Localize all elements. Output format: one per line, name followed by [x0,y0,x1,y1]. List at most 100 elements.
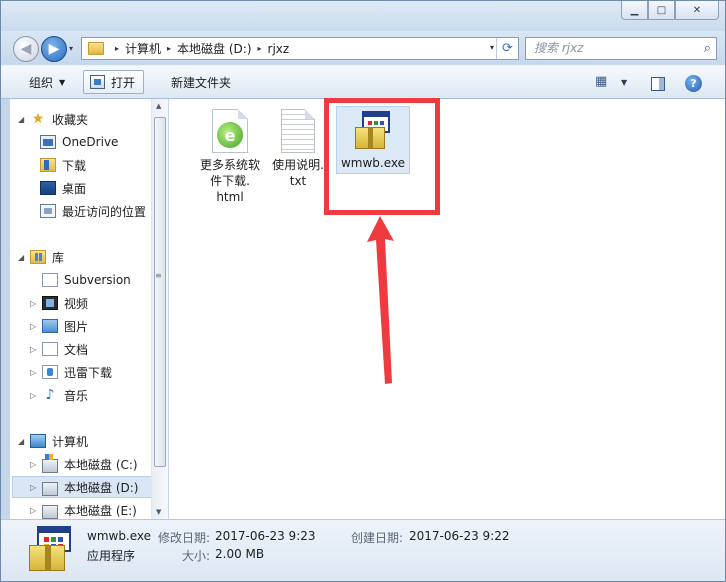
file-item-html[interactable]: e 更多系统软 件下载. html [193,105,267,205]
close-button[interactable]: ✕ [675,1,719,20]
sidebar-item-label: 本地磁盘 (D:) [64,480,139,495]
annotation-highlight-box [324,98,440,215]
sidebar-item-label: OneDrive [62,135,119,149]
maximize-button[interactable]: □ [648,1,675,20]
sidebar-group-computer[interactable]: ◢ 计算机 [18,430,88,452]
sidebar-item-videos[interactable]: ▷ 视频 [30,292,88,314]
sidebar-item-label: 视频 [64,296,89,311]
application-icon [90,75,105,89]
sidebar-item-onedrive[interactable]: OneDrive [40,131,118,153]
sidebar-item-label: 最近访问的位置 [62,204,147,219]
organize-label: 组织 [29,76,54,90]
pictures-library-icon [42,319,58,333]
breadcrumb-computer[interactable]: 计算机 [125,40,161,57]
expanded-arrow-icon[interactable]: ◢ [18,437,28,446]
preview-pane-icon[interactable] [651,77,665,91]
search-input[interactable] [534,38,694,58]
collapsed-arrow-icon[interactable]: ▷ [30,322,40,331]
sidebar-item-label: Subversion [64,273,131,287]
search-box[interactable]: ⌕ [525,37,717,60]
scroll-up-icon[interactable]: ▲ [156,102,161,110]
chevron-right-icon[interactable]: ▸ [258,44,262,53]
sidebar-item-documents[interactable]: ▷ 文档 [30,338,88,360]
star-icon: ★ [31,111,45,127]
recent-pages-dropdown[interactable]: ▾ [69,44,73,53]
minimize-button[interactable]: ▁ [621,1,648,20]
document-icon [42,273,58,287]
sidebar-item-label: 本地磁盘 (E:) [64,503,137,518]
documents-library-icon [42,342,58,356]
installer-exe-icon [27,526,75,572]
sidebar-group-label: 收藏夹 [52,112,89,127]
collapsed-arrow-icon[interactable]: ▷ [30,368,40,377]
sidebar-item-label: 图片 [64,319,89,334]
forward-button[interactable]: ▶ [41,36,67,62]
organize-menu-button[interactable]: 组织 ▼ [29,74,65,91]
details-pane: wmwb.exe 应用程序 修改日期: 2017-06-23 9:23 大小: … [1,519,725,581]
recent-places-icon [40,204,56,218]
sidebar-item-label: 下载 [62,158,87,173]
open-button[interactable]: 打开 [83,70,145,94]
drive-icon [42,505,58,519]
collapsed-arrow-icon[interactable]: ▷ [30,391,40,400]
onedrive-icon [40,135,56,149]
computer-icon [30,434,46,448]
sidebar-item-downloads[interactable]: 下载 [40,154,86,176]
scrollbar-thumb[interactable] [154,117,166,467]
browser-e-icon: e [217,122,243,148]
library-icon [30,250,46,264]
sidebar-group-libraries[interactable]: ◢ 库 [18,246,64,268]
sidebar-item-music[interactable]: ▷ ♪ 音乐 [30,384,88,406]
window-controls: ▁ □ ✕ [621,1,719,20]
video-library-icon [42,296,58,310]
sidebar-item-label: 文档 [64,342,89,357]
navigation-bar: ◀ ▶ ▾ ▸ 计算机 ▸ 本地磁盘 (D:) ▸ rjxz ▾ ⟳ ⌕ [1,31,725,65]
breadcrumb-drive-d[interactable]: 本地磁盘 (D:) [177,40,251,57]
sidebar-item-thunder-downloads[interactable]: ▷ 迅雷下载 [30,361,112,383]
collapsed-arrow-icon[interactable]: ▷ [30,506,40,515]
navigation-pane: ◢ ★ 收藏夹 OneDrive 下载 桌面 最近访问的位置 ◢ 库 Subve… [10,99,168,519]
open-label: 打开 [111,75,136,90]
change-view-icon[interactable]: ▦ [595,74,607,89]
sidebar-group-label: 计算机 [52,434,89,449]
sidebar-item-drive-c[interactable]: ▷ 本地磁盘 (C:) [30,453,138,475]
sidebar-item-drive-e[interactable]: ▷ 本地磁盘 (E:) [30,499,137,519]
search-icon[interactable]: ⌕ [704,41,711,56]
sidebar-item-subversion[interactable]: Subversion [30,269,131,291]
collapsed-arrow-icon[interactable]: ▷ [30,483,40,492]
navigation-scrollbar[interactable]: ▲ ≡ ▼ [151,99,168,519]
sidebar-item-recent-places[interactable]: 最近访问的位置 [40,200,146,222]
view-options-dropdown[interactable]: ▼ [621,78,627,87]
scroll-down-icon[interactable]: ▼ [156,508,161,516]
details-size-value: 2.00 MB [215,547,265,561]
caret-down-icon: ▼ [59,78,66,87]
details-created-value: 2017-06-23 9:22 [409,529,510,543]
sidebar-group-favorites[interactable]: ◢ ★ 收藏夹 [18,108,88,130]
collapsed-arrow-icon[interactable]: ▷ [30,345,40,354]
details-created-label: 创建日期: [351,531,404,545]
help-icon[interactable]: ? [685,75,702,92]
title-bar: ▁ □ ✕ [1,1,725,31]
sidebar-item-desktop[interactable]: 桌面 [40,177,86,199]
sidebar-item-label: 迅雷下载 [64,365,113,380]
collapsed-arrow-icon[interactable]: ▷ [30,299,40,308]
expanded-arrow-icon[interactable]: ◢ [18,253,28,262]
back-button[interactable]: ◀ [13,36,39,62]
desktop-icon [40,181,56,195]
chevron-right-icon[interactable]: ▸ [167,44,171,53]
new-folder-button[interactable]: 新建文件夹 [171,74,231,91]
details-size-label: 大小: [182,549,211,563]
command-bar: 组织 ▼ 打开 新建文件夹 ▦ ▼ ? [1,65,725,99]
sidebar-item-label: 本地磁盘 (C:) [64,457,138,472]
refresh-icon[interactable]: ⟳ [496,38,518,59]
text-file-icon [281,109,315,153]
expanded-arrow-icon[interactable]: ◢ [18,115,28,124]
chevron-right-icon[interactable]: ▸ [115,44,119,53]
address-bar[interactable]: ▸ 计算机 ▸ 本地磁盘 (D:) ▸ rjxz ▾ ⟳ [81,37,519,60]
address-dropdown-icon[interactable]: ▾ [490,43,494,52]
breadcrumb-rjxz[interactable]: rjxz [268,42,290,56]
collapsed-arrow-icon[interactable]: ▷ [30,460,40,469]
sidebar-item-drive-d[interactable]: ▷ 本地磁盘 (D:) [12,476,152,498]
grip-icon: ≡ [155,271,162,280]
sidebar-item-pictures[interactable]: ▷ 图片 [30,315,88,337]
